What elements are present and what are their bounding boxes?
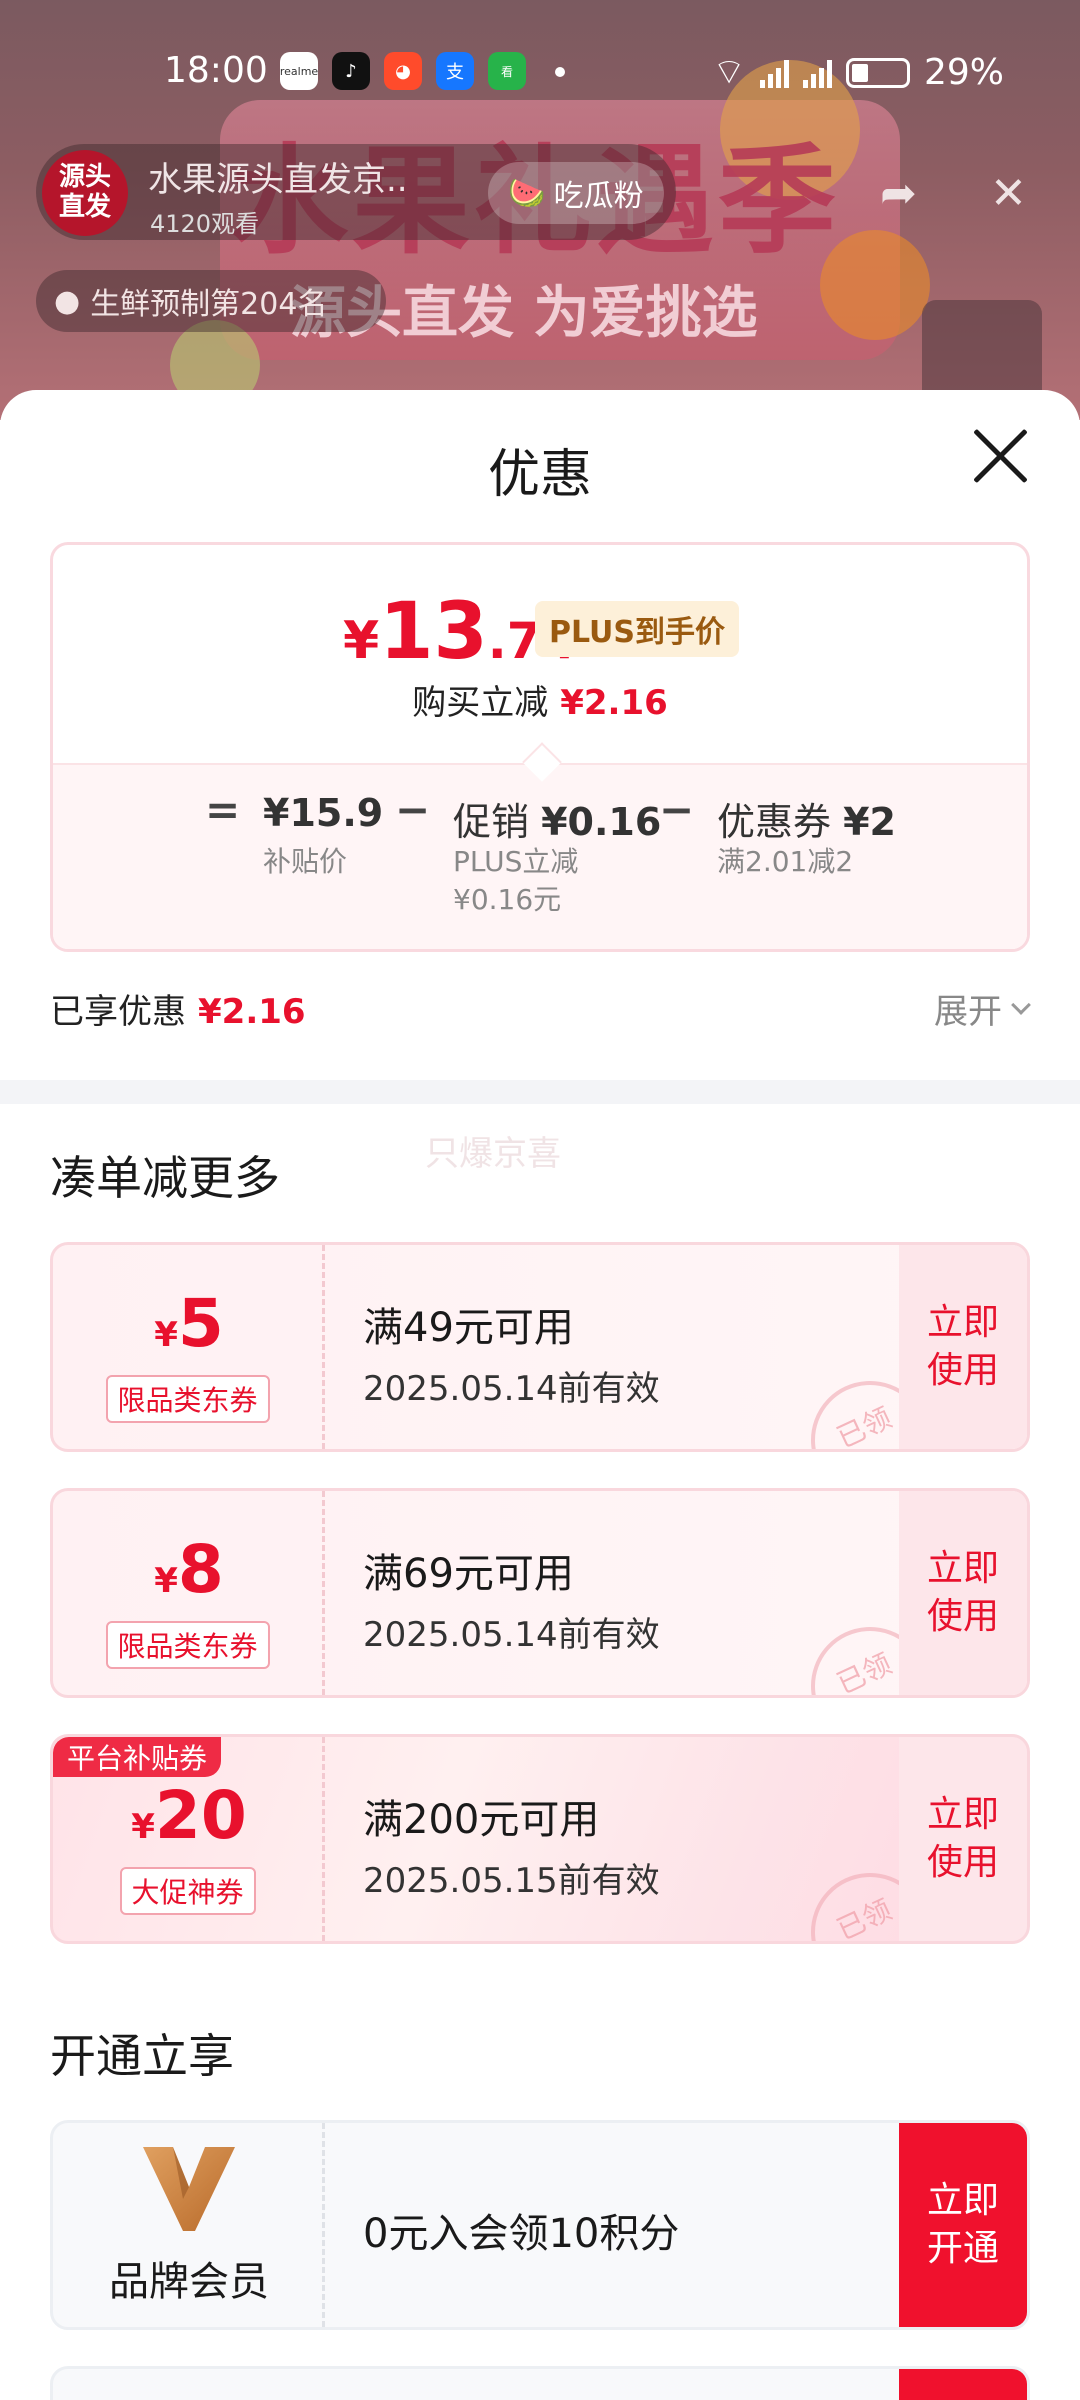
coupon-currency: ¥	[154, 1315, 178, 1355]
enjoyed-discount: 已享优惠 ¥2.16	[50, 984, 306, 1033]
status-time: 18:00	[164, 50, 268, 91]
share-icon[interactable]: ➦	[880, 168, 917, 219]
coupon-card: ¥8 限品类东券 满69元可用 2025.05.14前有效 已领 立即 使用	[50, 1488, 1030, 1698]
brand-logo-icon	[143, 2147, 235, 2231]
enjoyed-amount: ¥2.16	[198, 992, 306, 1032]
buy-reduce-label: 购买立减	[412, 683, 549, 723]
promo-sub-line2: ¥0.16元	[453, 883, 562, 916]
promo: 促销 ¥0.16	[453, 791, 661, 846]
buy-reduce-line: 购买立减 ¥2.16	[53, 675, 1027, 724]
expand-label: 展开	[934, 992, 1002, 1032]
use-now-button[interactable]: 立即 使用	[899, 1245, 1027, 1449]
battery-icon	[845, 57, 910, 88]
coupon-validity: 2025.05.14前有效	[363, 1369, 660, 1409]
kuaishou-app-icon: 看	[488, 52, 526, 90]
next-card-partial	[50, 2366, 1030, 2400]
rank-text: 生鲜预制第204名	[90, 287, 328, 322]
section-title-more: 凑单减更多	[50, 1151, 280, 1205]
shop-name[interactable]: 水果源头直发京..	[148, 152, 408, 201]
viewer-count: 4120观看	[150, 210, 260, 238]
coupon-value-number: 5	[177, 1285, 224, 1362]
coupon-type-badge: 大促神券	[119, 1867, 256, 1915]
promo-sub-line1: PLUS立减	[453, 845, 579, 878]
douyin-app-icon: ♪	[332, 52, 370, 90]
discount-sheet: 优惠 ¥13.74 PLUS到手价 购买立减 ¥2.16 = ¥15.9 补贴价 …	[0, 390, 1080, 2400]
member-desc: 0元入会领10积分	[363, 2211, 680, 2257]
xiaohongshu-app-icon: ◕	[384, 52, 422, 90]
coupon-validity: 2025.05.14前有效	[363, 1615, 660, 1655]
follow-label: 吃瓜粉	[553, 179, 644, 214]
close-icon[interactable]	[968, 424, 1032, 488]
rank-pill[interactable]: ● 生鲜预制第204名	[36, 270, 386, 332]
buy-reduce-amount: ¥2.16	[560, 683, 668, 723]
coupon-type-badge: 限品类东券	[105, 1621, 270, 1669]
next-card-button[interactable]	[899, 2369, 1027, 2400]
coupon-value: ¥5	[53, 1285, 325, 1362]
minus-sign: −	[659, 785, 695, 834]
coupon-currency: ¥	[154, 1561, 178, 1601]
coupon-deduction: 优惠券 ¥2	[717, 791, 896, 846]
realme-app-icon: realme	[280, 52, 318, 90]
signal-icon	[759, 58, 789, 88]
open-membership-button[interactable]: 立即 开通	[899, 2123, 1027, 2327]
coupon-currency: ¥	[131, 1807, 155, 1847]
coupon-value: ¥8	[53, 1531, 325, 1608]
equals-sign: =	[205, 785, 241, 834]
notification-dot	[555, 67, 565, 77]
use-now-button[interactable]: 立即 使用	[899, 1737, 1027, 1941]
brand-member-card: 品牌会员 0元入会领10积分 立即 开通	[50, 2120, 1030, 2330]
coupon-condition: 满69元可用	[363, 1551, 574, 1597]
promo-amount: ¥0.16	[541, 800, 662, 844]
close-live-icon[interactable]: ✕	[990, 168, 1027, 219]
coupon-card: ¥5 限品类东券 满49元可用 2025.05.14前有效 已领 立即 使用	[50, 1242, 1030, 1452]
enjoyed-label: 已享优惠	[50, 992, 186, 1032]
coupon-validity: 2025.05.15前有效	[363, 1861, 660, 1901]
member-label: 品牌会员	[109, 2259, 269, 2305]
fire-icon: ●	[54, 283, 81, 319]
follow-button[interactable]: 🍉 吃瓜粉	[488, 162, 664, 224]
status-bar: 18:00 realme ♪ ◕ 支 看 ⌔ 29%	[0, 0, 1080, 140]
watermark: 只爆京喜	[425, 1134, 561, 1174]
coupon-condition: 满200元可用	[363, 1797, 600, 1843]
coupon-value-number: 20	[154, 1777, 247, 1854]
plus-price-tag: PLUS到手价	[535, 601, 740, 657]
price-formula: = ¥15.9 补贴价 − 促销 ¥0.16 PLUS立减 ¥0.16元 − 优…	[53, 763, 1027, 949]
coupon-type-badge: 限品类东券	[105, 1375, 270, 1423]
minus-sign: −	[395, 785, 431, 834]
expand-button[interactable]: 展开	[934, 984, 1031, 1033]
chevron-down-icon	[1011, 994, 1031, 1015]
shop-logo[interactable]: 源头 直发	[42, 150, 128, 236]
wifi-icon: ⌔	[712, 52, 746, 93]
price-integer: 13	[379, 587, 488, 677]
coupon-value-number: 8	[177, 1531, 224, 1608]
coupon-value: ¥20	[53, 1777, 325, 1854]
coupon-condition: 满49元可用	[363, 1305, 574, 1351]
coupon-card-platform: 平台补贴券 ¥20 大促神券 满200元可用 2025.05.15前有效 已领 …	[50, 1734, 1030, 1944]
coupon-label: 优惠券	[717, 800, 832, 844]
promo-label: 促销	[453, 800, 530, 844]
section-title-open: 开通立享	[50, 2029, 234, 2083]
melon-icon: 🍉	[508, 175, 546, 211]
coupon-amount: ¥2	[843, 800, 896, 844]
base-price-value: ¥15.9	[263, 791, 384, 835]
price-currency: ¥	[343, 611, 380, 671]
price-breakdown-card: ¥13.74 PLUS到手价 购买立减 ¥2.16 = ¥15.9 补贴价 − 促…	[50, 542, 1030, 952]
base-price-sub: 补贴价	[263, 845, 348, 878]
coupon-sub: 满2.01减2	[717, 845, 854, 878]
alipay-app-icon: 支	[436, 52, 474, 90]
base-price: ¥15.9	[263, 791, 383, 835]
promo-sub: PLUS立减 ¥0.16元	[453, 843, 578, 919]
section-divider	[0, 1080, 1080, 1104]
battery-percent: 29%	[923, 52, 1004, 93]
use-now-button[interactable]: 立即 使用	[899, 1491, 1027, 1695]
signal-icon	[802, 58, 832, 88]
sheet-title: 优惠	[487, 445, 592, 505]
